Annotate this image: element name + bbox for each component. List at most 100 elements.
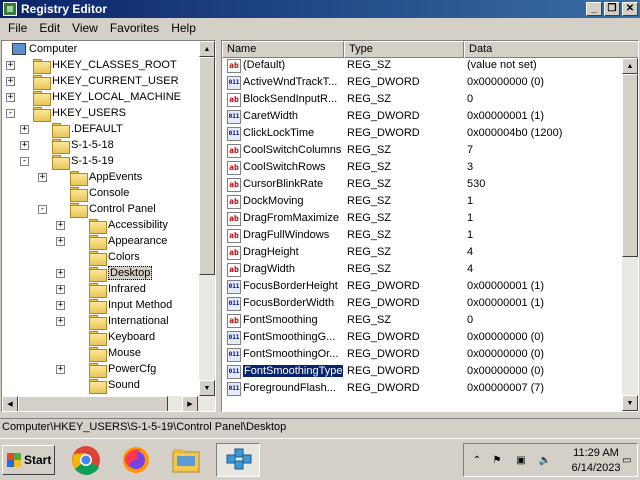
- value-name: ActiveWndTrackT...: [243, 76, 338, 88]
- tree-expander[interactable]: +: [6, 93, 15, 102]
- scroll-right-button[interactable]: ▶: [182, 396, 198, 411]
- string-value-icon: ab: [227, 229, 241, 243]
- menu-favorites[interactable]: Favorites: [104, 21, 165, 35]
- value-row[interactable]: 011 FontSmoothingType REG_DWORD 0x00000000 …: [222, 364, 622, 381]
- value-row[interactable]: 011 FontSmoothingOr... REG_DWORD 0x00000000…: [222, 347, 622, 364]
- value-row[interactable]: ab DragFromMaximize REG_SZ 1: [222, 211, 622, 228]
- tree-item-label: Input Method: [108, 299, 173, 311]
- value-row[interactable]: ab FontSmoothing REG_SZ 0: [222, 313, 622, 330]
- tree-item[interactable]: Console: [70, 185, 129, 202]
- value-row[interactable]: 011 CaretWidth REG_DWORD 0x00000001 (1): [222, 109, 622, 126]
- tree-expander[interactable]: +: [56, 317, 65, 326]
- volume-icon[interactable]: 🔈: [538, 454, 552, 468]
- tree-item[interactable]: HKEY_CURRENT_USER: [33, 73, 179, 90]
- tree-expander[interactable]: +: [56, 221, 65, 230]
- tree-expander[interactable]: +: [6, 61, 15, 70]
- tree-item[interactable]: HKEY_CLASSES_ROOT: [33, 57, 177, 74]
- scroll-thumb-horizontal[interactable]: [18, 396, 168, 411]
- tree-expander[interactable]: +: [56, 237, 65, 246]
- tree-item[interactable]: S-1-5-19: [52, 153, 114, 170]
- tree-expander[interactable]: -: [38, 205, 47, 214]
- start-button[interactable]: Start: [2, 445, 55, 475]
- values-list-pane[interactable]: Name Type Data ab (Default) REG_SZ (value n…: [221, 40, 639, 412]
- tree-expander[interactable]: +: [56, 285, 65, 294]
- value-row[interactable]: 011 ClickLockTime REG_DWORD 0x000004b0 (120…: [222, 126, 622, 143]
- registry-editor-icon[interactable]: [216, 443, 260, 477]
- value-row[interactable]: 011 FontSmoothingG... REG_DWORD 0x00000000 …: [222, 330, 622, 347]
- values-scroll-up-button[interactable]: ▲: [622, 58, 638, 74]
- scroll-thumb[interactable]: [199, 57, 215, 275]
- tree-item[interactable]: HKEY_LOCAL_MACHINE: [33, 89, 181, 106]
- tree-item[interactable]: Desktop: [89, 265, 153, 282]
- action-center-icon[interactable]: ⚑: [490, 454, 504, 468]
- tree-vertical-scrollbar[interactable]: ▲ ▼: [199, 41, 215, 397]
- tree-item[interactable]: Sound: [89, 377, 140, 394]
- tree-expander[interactable]: +: [6, 77, 15, 86]
- close-button[interactable]: ✕: [622, 2, 638, 16]
- tree-item[interactable]: Infrared: [89, 281, 146, 298]
- scroll-left-button[interactable]: ◀: [2, 396, 18, 411]
- value-row[interactable]: ab DragFullWindows REG_SZ 1: [222, 228, 622, 245]
- tree-item[interactable]: Accessibility: [89, 217, 168, 234]
- menu-file[interactable]: File: [2, 21, 33, 35]
- minimize-button[interactable]: _: [586, 2, 602, 16]
- tree-expander[interactable]: -: [6, 109, 15, 118]
- tree-expander[interactable]: +: [56, 301, 65, 310]
- firefox-icon[interactable]: [118, 443, 154, 477]
- value-row[interactable]: 011 ActiveWndTrackT... REG_DWORD 0x00000000…: [222, 75, 622, 92]
- file-explorer-icon[interactable]: [168, 443, 204, 477]
- tree-expander[interactable]: +: [56, 269, 65, 278]
- value-row[interactable]: ab BlockSendInputR... REG_SZ 0: [222, 92, 622, 109]
- tree-expander[interactable]: +: [38, 173, 47, 182]
- tree-horizontal-scrollbar[interactable]: ◀ ▶: [2, 396, 215, 411]
- tree-item[interactable]: Keyboard: [89, 329, 155, 346]
- column-header-type[interactable]: Type: [344, 41, 464, 58]
- menu-view[interactable]: View: [66, 21, 104, 35]
- menu-edit[interactable]: Edit: [33, 21, 66, 35]
- tree-expander[interactable]: +: [56, 365, 65, 374]
- key-tree-pane[interactable]: Computer + HKEY_CLASSES_ROOT + HKEY_CURRENT_…: [1, 40, 216, 412]
- clock-time[interactable]: 11:29 AM: [566, 447, 626, 459]
- scroll-down-button[interactable]: ▼: [199, 380, 215, 396]
- network-icon[interactable]: ▣: [514, 454, 528, 468]
- tree-item[interactable]: AppEvents: [70, 169, 142, 186]
- restore-button[interactable]: ❐: [604, 2, 620, 16]
- values-scroll-down-button[interactable]: ▼: [622, 395, 638, 411]
- value-row[interactable]: 011 ForegroundFlash... REG_DWORD 0x00000007…: [222, 381, 622, 398]
- value-row[interactable]: 011 FocusBorderWidth REG_DWORD 0x00000001 (…: [222, 296, 622, 313]
- scroll-up-button[interactable]: ▲: [199, 41, 215, 57]
- title-bar[interactable]: Registry Editor _ ❐ ✕: [0, 0, 640, 18]
- clock-date[interactable]: 6/14/2023: [564, 462, 628, 474]
- menu-help[interactable]: Help: [165, 21, 202, 35]
- values-vertical-scrollbar[interactable]: ▲ ▼: [622, 58, 638, 411]
- tree-item[interactable]: Appearance: [89, 233, 167, 250]
- value-row[interactable]: ab CursorBlinkRate REG_SZ 530: [222, 177, 622, 194]
- show-hidden-icons-icon[interactable]: ⌃: [470, 454, 484, 468]
- tree-item[interactable]: S-1-5-18: [52, 137, 114, 154]
- tree-item[interactable]: PowerCfg: [89, 361, 156, 378]
- value-row[interactable]: ab DragHeight REG_SZ 4: [222, 245, 622, 262]
- tree-item[interactable]: Mouse: [89, 345, 141, 362]
- tree-item[interactable]: Control Panel: [70, 201, 156, 218]
- value-row[interactable]: ab DragWidth REG_SZ 4: [222, 262, 622, 279]
- value-data: 0x00000000 (0): [467, 76, 545, 88]
- chrome-icon[interactable]: [68, 443, 104, 477]
- value-row[interactable]: 011 FocusBorderHeight REG_DWORD 0x00000001 …: [222, 279, 622, 296]
- value-row[interactable]: ab DockMoving REG_SZ 1: [222, 194, 622, 211]
- tree-item[interactable]: Colors: [89, 249, 140, 266]
- tree-expander[interactable]: +: [20, 125, 29, 134]
- value-row[interactable]: ab (Default) REG_SZ (value not set): [222, 58, 622, 75]
- column-header-name[interactable]: Name: [222, 41, 344, 58]
- tree-item[interactable]: International: [89, 313, 169, 330]
- show-desktop-icon[interactable]: ▭: [620, 454, 634, 468]
- value-row[interactable]: ab CoolSwitchRows REG_SZ 3: [222, 160, 622, 177]
- tree-expander[interactable]: -: [20, 157, 29, 166]
- tree-item[interactable]: Computer: [12, 41, 77, 57]
- value-row[interactable]: ab CoolSwitchColumns REG_SZ 7: [222, 143, 622, 160]
- tree-item[interactable]: HKEY_USERS: [33, 105, 126, 122]
- tree-item[interactable]: Input Method: [89, 297, 173, 314]
- tree-expander[interactable]: +: [20, 141, 29, 150]
- tree-item[interactable]: .DEFAULT: [52, 121, 123, 138]
- values-scroll-thumb[interactable]: [622, 74, 638, 257]
- column-header-data[interactable]: Data: [464, 41, 638, 58]
